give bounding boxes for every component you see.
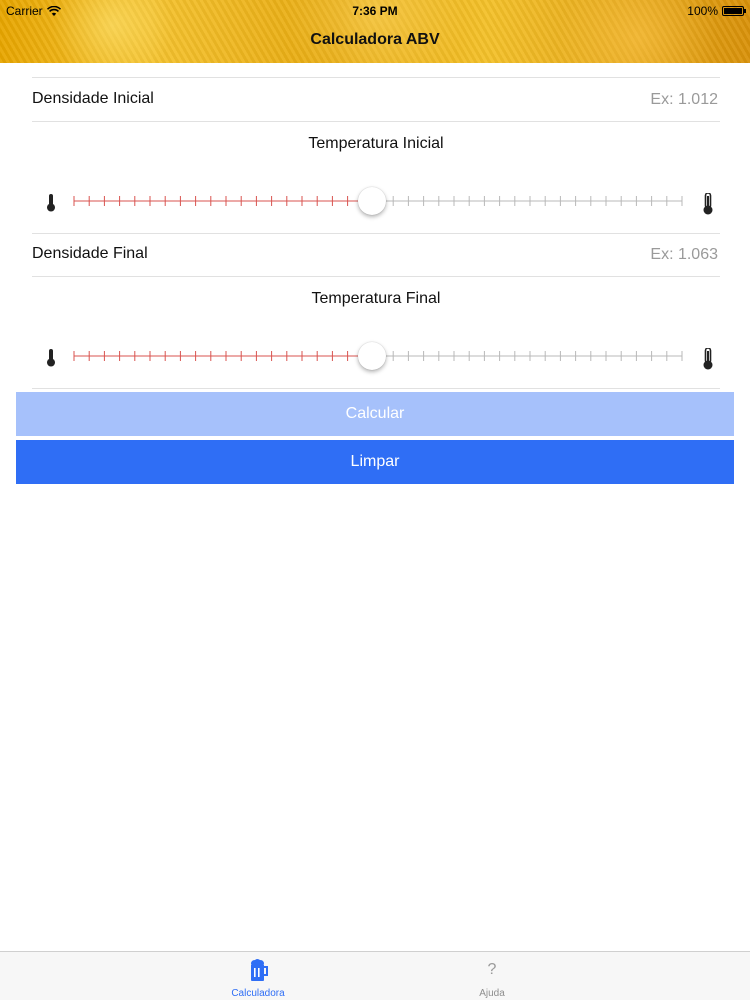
thermometer-low-icon <box>47 194 55 212</box>
navigation-bar: Carrier 7:36 PM 100% Calculadora ABV <box>0 0 750 63</box>
tab-calculadora[interactable]: Calculadora <box>198 952 318 1001</box>
tab-label: Calculadora <box>231 988 285 999</box>
initial-density-field[interactable] <box>418 88 718 112</box>
clear-button[interactable]: Limpar <box>16 440 734 484</box>
final-density-label: Densidade Final <box>32 245 148 262</box>
tab-bar: Calculadora ? Ajuda <box>0 951 750 1000</box>
slider-thumb[interactable] <box>357 342 386 370</box>
thermometer-high-icon <box>703 193 713 215</box>
final-temperature-slider[interactable] <box>72 341 684 371</box>
final-density-row: Densidade Final <box>32 233 720 277</box>
final-temperature-block: Temperatura Final <box>32 277 720 389</box>
beer-glass-icon <box>251 959 268 981</box>
final-temperature-label: Temperatura Final <box>311 290 441 307</box>
battery-percent: 100% <box>687 4 718 18</box>
initial-density-label: Densidade Inicial <box>32 90 154 107</box>
calculate-button[interactable]: Calcular <box>16 392 734 436</box>
slider-thumb[interactable] <box>357 187 386 215</box>
page-title: Calculadora ABV <box>310 31 440 48</box>
status-time: 7:36 PM <box>352 4 398 18</box>
initial-temperature-slider[interactable] <box>72 186 684 216</box>
initial-density-row: Densidade Inicial <box>32 78 720 122</box>
thermometer-high-icon <box>703 348 713 370</box>
question-mark-icon: ? <box>487 961 497 978</box>
status-right: 100% <box>687 4 746 18</box>
battery-icon <box>722 6 746 16</box>
initial-temperature-block: Temperatura Inicial <box>32 122 720 234</box>
initial-temperature-label: Temperatura Inicial <box>308 135 444 152</box>
final-density-field[interactable] <box>418 243 718 267</box>
tab-ajuda[interactable]: ? Ajuda <box>432 952 552 1001</box>
status-bar: Carrier 7:36 PM 100% <box>0 0 750 22</box>
thermometer-low-icon <box>47 349 55 367</box>
tab-label: Ajuda <box>479 988 505 999</box>
